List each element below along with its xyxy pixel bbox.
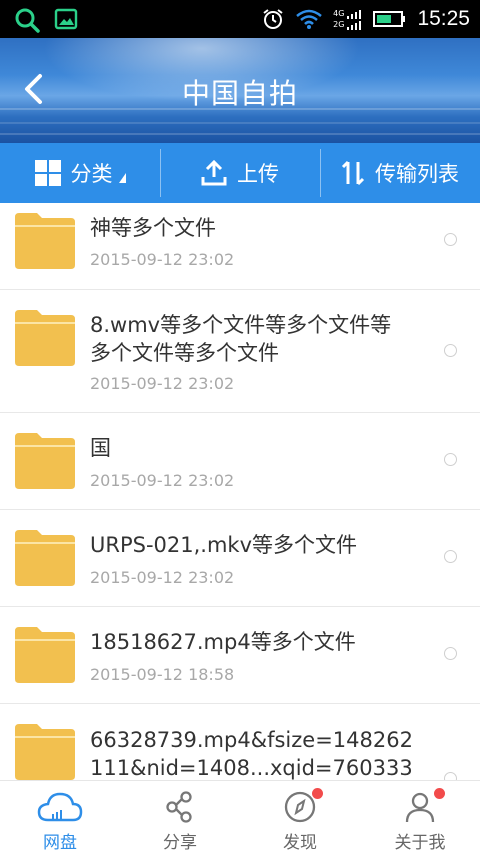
transfer-list-label: 传输列表 [375, 162, 459, 186]
notification-dot [434, 788, 445, 799]
upload-label: 上传 [237, 162, 279, 186]
transfer-list-button[interactable]: 传输列表 [320, 143, 480, 203]
category-label: 分类 [70, 162, 113, 186]
nav-label: 分享 [163, 833, 197, 853]
status-bar: 4G 2G 15:25 [0, 0, 480, 38]
list-item[interactable]: 8.wmv等多个文件等多个文件等多个文件等多个文件 2015-09-12 23:… [0, 290, 480, 413]
header-banner: 中国自拍 [0, 38, 480, 143]
file-date: 2015-09-12 18:58 [90, 665, 235, 684]
notification-dot [312, 788, 323, 799]
network-2g-label: 2G [333, 20, 345, 29]
file-date: 2015-09-12 23:02 [90, 250, 235, 269]
list-item[interactable]: 国 2015-09-12 23:02 [0, 413, 480, 510]
grid-icon [34, 160, 61, 186]
folder-icon [15, 433, 75, 489]
nav-item-about-me[interactable]: 关于我 [360, 781, 480, 855]
page-title: 中国自拍 [181, 77, 298, 110]
nav-item-discover[interactable]: 发现 [240, 781, 360, 855]
select-radio[interactable] [444, 344, 457, 357]
select-radio[interactable] [444, 453, 457, 466]
file-date: 2015-09-12 23:02 [90, 374, 235, 393]
folder-icon [15, 213, 75, 269]
image-icon [54, 7, 78, 33]
file-date: 2015-09-12 23:02 [90, 568, 235, 587]
nav-item-cloud-drive[interactable]: 网盘 [0, 781, 120, 855]
file-name: 8.wmv等多个文件等多个文件等多个文件等多个文件 [90, 313, 392, 365]
upload-icon [201, 160, 227, 186]
dropdown-caret-icon [118, 173, 126, 183]
select-radio[interactable] [444, 772, 457, 780]
list-item[interactable]: URPS-021,.mkv等多个文件 2015-09-12 23:02 [0, 510, 480, 607]
bottom-nav: 网盘 分享 发现 关于我 [0, 780, 480, 855]
folder-icon [15, 310, 75, 366]
nav-label: 发现 [283, 833, 317, 853]
user-icon [405, 792, 435, 823]
alarm-icon [261, 7, 285, 31]
folder-icon [15, 627, 75, 683]
nav-item-share[interactable]: 分享 [120, 781, 240, 855]
upload-button[interactable]: 上传 [160, 143, 320, 203]
cloud-icon [37, 792, 83, 822]
action-toolbar: 分类 上传 传输列表 [0, 143, 480, 203]
file-name: 神等多个文件 [90, 216, 216, 240]
battery-icon [373, 10, 407, 28]
network-4g-label: 4G [333, 9, 345, 18]
wifi-icon [295, 8, 323, 30]
file-name: URPS-021,.mkv等多个文件 [90, 533, 358, 557]
select-radio[interactable] [444, 233, 457, 246]
signal-icon: 4G 2G [333, 8, 363, 30]
folder-icon [15, 724, 75, 780]
list-item[interactable]: 神等多个文件 2015-09-12 23:02 [0, 203, 480, 290]
nav-label: 关于我 [394, 833, 446, 853]
transfer-arrows-icon [341, 160, 365, 186]
status-time: 15:25 [417, 7, 470, 30]
share-icon [166, 791, 192, 823]
wave-line [0, 133, 480, 135]
search-icon [14, 7, 40, 33]
list-item[interactable]: 66328739.mp4&fsize=148262111&nid=1408...… [0, 704, 480, 780]
file-date: 2015-09-12 23:02 [90, 471, 235, 490]
folder-icon [15, 530, 75, 586]
category-button[interactable]: 分类 [0, 143, 160, 203]
select-radio[interactable] [444, 550, 457, 563]
file-list: 神等多个文件 2015-09-12 23:02 8.wmv等多个文件等多个文件等… [0, 203, 480, 780]
list-item[interactable]: 18518627.mp4等多个文件 2015-09-12 18:58 [0, 607, 480, 704]
wave-line [0, 122, 480, 124]
file-name: 18518627.mp4等多个文件 [90, 630, 356, 654]
select-radio[interactable] [444, 647, 457, 660]
file-name: 国 [90, 436, 111, 460]
nav-label: 网盘 [43, 833, 77, 853]
file-name: 66328739.mp4&fsize=148262111&nid=1408...… [90, 728, 413, 780]
